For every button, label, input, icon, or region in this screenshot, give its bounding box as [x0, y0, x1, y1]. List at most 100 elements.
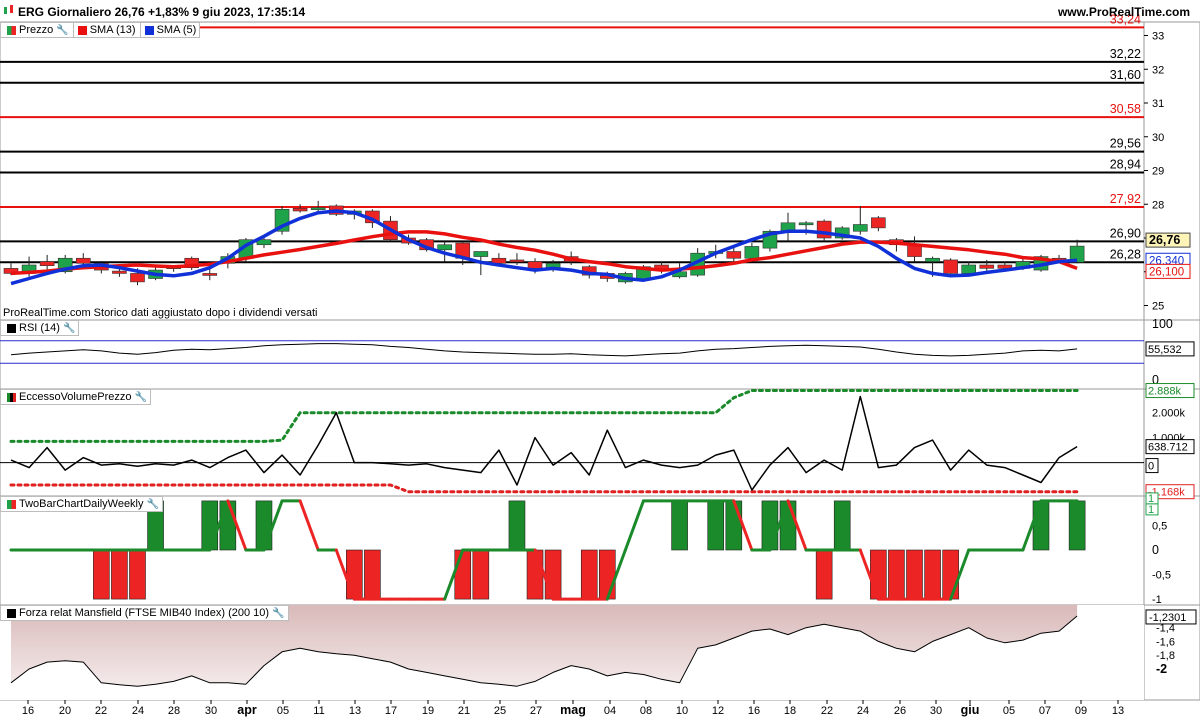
evp-swatch [7, 392, 16, 402]
candle-down [112, 270, 127, 274]
candle-down [39, 261, 55, 266]
daily-bar-down [93, 549, 110, 600]
x-tick-label: giu [961, 703, 980, 717]
x-tick-label: 22 [95, 705, 107, 717]
x-tick-label: 10 [676, 705, 688, 717]
x-tick-label: 22 [821, 705, 833, 717]
x-tick-label: 18 [784, 705, 796, 717]
daily-bar-up [779, 500, 797, 551]
candlestick-logo-icon [4, 5, 13, 14]
candle-up [961, 264, 977, 274]
daily-bar-down [870, 549, 887, 600]
daily-bar-down [580, 549, 598, 600]
evp-tick-label: 2.000k [1152, 408, 1186, 420]
price-tick-label: 25 [1152, 301, 1164, 313]
daily-bar-up [1032, 500, 1050, 551]
weekly-line-segment [298, 499, 320, 552]
tbc-tick-label: -1 [1152, 594, 1162, 606]
price-legend[interactable]: Prezzo 🔧 SMA (13) SMA (5) [0, 22, 201, 38]
daily-bar-down [599, 549, 616, 600]
rsi-last-label: 55,532 [1148, 344, 1182, 356]
evp-value-label: 638.712 [1148, 442, 1188, 454]
site-link[interactable]: www.ProRealTime.com [1058, 5, 1190, 19]
daily-bar-down [472, 549, 490, 600]
x-tick-label: 24 [857, 705, 869, 717]
tbc-swatch [7, 499, 16, 509]
price-tick-label: 32 [1152, 64, 1164, 76]
daily-bar-down [526, 549, 544, 600]
x-tick-label: 27 [530, 705, 542, 717]
level-label: 27,92 [1110, 192, 1141, 206]
legend-rsi: RSI (14) [19, 322, 60, 334]
wrench-icon[interactable]: 🔧 [63, 323, 75, 334]
tbc-last-label: 1 [1148, 504, 1154, 516]
x-tick-label: 21 [458, 705, 470, 717]
rsi-tick-label: 100 [1152, 317, 1173, 331]
legend-prezzo: Prezzo [19, 24, 54, 36]
level-label: 32,22 [1110, 47, 1141, 61]
evp-upper-dotted [9, 389, 1079, 443]
daily-bar-down [111, 549, 128, 600]
evp-legend[interactable]: EccessoVolumePrezzo 🔧 [0, 389, 151, 405]
x-tick-label: 05 [277, 705, 289, 717]
daily-bar-down [346, 549, 363, 600]
candle-down [871, 217, 886, 229]
x-tick-label: 24 [132, 705, 144, 717]
evp-value-label: 0 [1148, 461, 1154, 473]
x-tick-label: 19 [422, 705, 434, 717]
level-label: 26,90 [1110, 226, 1141, 240]
price-tick-label: 31 [1152, 98, 1164, 110]
level-label: 28,94 [1110, 158, 1141, 172]
candle-down [130, 273, 145, 283]
candle-down [943, 259, 958, 274]
candle-down [75, 257, 91, 264]
tbc-tick-label: 0 [1152, 543, 1159, 557]
last-value-label: 26,76 [1149, 233, 1180, 247]
x-tick-label: 17 [385, 705, 397, 717]
daily-bar-down [815, 549, 833, 600]
sma13-swatch [77, 25, 87, 35]
x-tick-label: 07 [1039, 705, 1051, 717]
price-swatch [7, 25, 16, 35]
wrench-icon[interactable]: 🔧 [147, 499, 159, 510]
mansfield-legend[interactable]: Forza relat Mansfield (FTSE MIB40 Index)… [0, 605, 289, 621]
mansfield-tick-label: -1,8 [1156, 650, 1175, 662]
legend-divider [139, 23, 141, 37]
legend-sma5: SMA (5) [156, 24, 197, 36]
candle-down [527, 261, 543, 269]
tbc-legend[interactable]: TwoBarChartDailyWeekly 🔧 [0, 496, 163, 512]
evp-lower-dotted [9, 483, 1079, 494]
wrench-icon[interactable]: 🔧 [272, 608, 284, 619]
wrench-icon[interactable]: 🔧 [56, 25, 68, 36]
x-tick-label: mag [560, 703, 586, 717]
daily-bar-down [906, 549, 923, 600]
daily-bar-down [454, 549, 472, 600]
daily-bar-up [508, 500, 526, 551]
daily-bar-down [364, 549, 381, 600]
candle-up [852, 224, 868, 232]
legend-tbc: TwoBarChartDailyWeekly [19, 498, 144, 510]
daily-bar-down [924, 549, 941, 600]
rsi-legend[interactable]: RSI (14) 🔧 [0, 320, 80, 336]
x-tick-label: apr [237, 703, 257, 717]
daily-bar-up [761, 500, 779, 551]
level-label: 29,56 [1110, 137, 1141, 151]
tbc-tick-label: 0,5 [1152, 520, 1167, 532]
daily-bar-up [707, 500, 725, 551]
daily-bar-up [219, 500, 237, 551]
daily-bar-up [725, 500, 743, 551]
mansfield-tick-label: -1,4 [1156, 623, 1175, 635]
evp-line [10, 395, 1078, 491]
mansfield-last-label: -1,2301 [1149, 612, 1186, 624]
candle-down [726, 251, 742, 259]
weekly-line-segment [623, 499, 645, 552]
candle-down [202, 273, 218, 276]
x-tick-label: 05 [1003, 705, 1015, 717]
x-tick-label: 25 [494, 705, 506, 717]
rsi-swatch [7, 323, 16, 333]
sma5-swatch [144, 25, 154, 35]
candle-down [292, 208, 308, 212]
x-tick-label: 09 [1075, 705, 1087, 717]
wrench-icon[interactable]: 🔧 [135, 392, 147, 403]
daily-bar-down [544, 549, 562, 600]
